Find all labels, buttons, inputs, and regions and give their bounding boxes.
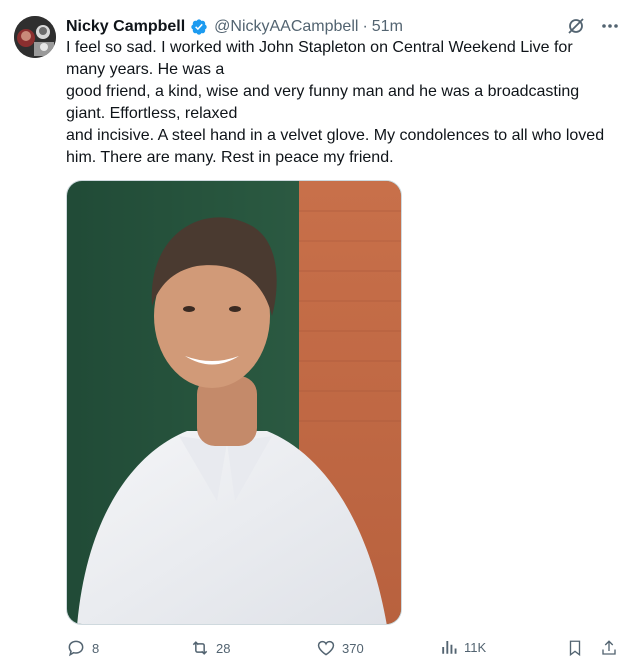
tweet-line: and incisive. A steel hand in a velvet g… bbox=[66, 127, 605, 144]
author-handle[interactable]: @NickyAACampbell bbox=[214, 18, 358, 36]
views-count: 11K bbox=[464, 639, 487, 655]
bookmark-button[interactable] bbox=[566, 638, 584, 658]
tweet-line: him. There are many. Rest in peace my fr… bbox=[66, 149, 394, 166]
heart-icon bbox=[317, 640, 335, 656]
tweet-line: many years. He was a bbox=[66, 61, 225, 78]
tweet-text: I feel so sad. I worked with John Staple… bbox=[66, 37, 622, 169]
reply-icon bbox=[68, 640, 84, 657]
like-count: 370 bbox=[342, 640, 364, 656]
tweet-photo[interactable] bbox=[66, 180, 402, 625]
share-icon bbox=[602, 640, 616, 655]
action-bar: 8 28 370 11K bbox=[66, 638, 622, 662]
reply-button[interactable]: 8 bbox=[66, 638, 99, 658]
author-name[interactable]: Nicky Campbell bbox=[66, 18, 185, 36]
tweet-header: Nicky Campbell @NickyAACampbell · 51m bbox=[66, 16, 403, 38]
separator-dot: · bbox=[362, 18, 368, 35]
avatar-image bbox=[14, 16, 56, 58]
top-actions bbox=[566, 16, 620, 36]
tweet-line: giant. Effortless, relaxed bbox=[66, 105, 238, 122]
tweet-line: I feel so sad. I worked with John Staple… bbox=[66, 39, 573, 56]
grok-icon[interactable] bbox=[566, 16, 586, 36]
avatar[interactable] bbox=[14, 16, 56, 58]
views-button[interactable]: 11K bbox=[440, 638, 486, 656]
share-button[interactable] bbox=[600, 638, 618, 658]
bookmark-icon bbox=[569, 640, 581, 657]
views-icon bbox=[442, 641, 457, 654]
reply-count: 8 bbox=[92, 640, 100, 656]
timestamp[interactable]: 51m bbox=[372, 18, 403, 36]
repost-icon bbox=[192, 641, 208, 655]
more-options-icon[interactable] bbox=[600, 16, 620, 36]
like-button[interactable]: 370 bbox=[316, 638, 364, 658]
repost-count: 28 bbox=[216, 640, 231, 656]
tweet-line: good friend, a kind, wise and very funny… bbox=[66, 83, 580, 100]
verified-badge-icon bbox=[190, 18, 208, 36]
portrait-photo-icon bbox=[67, 181, 401, 624]
repost-button[interactable]: 28 bbox=[190, 638, 230, 658]
